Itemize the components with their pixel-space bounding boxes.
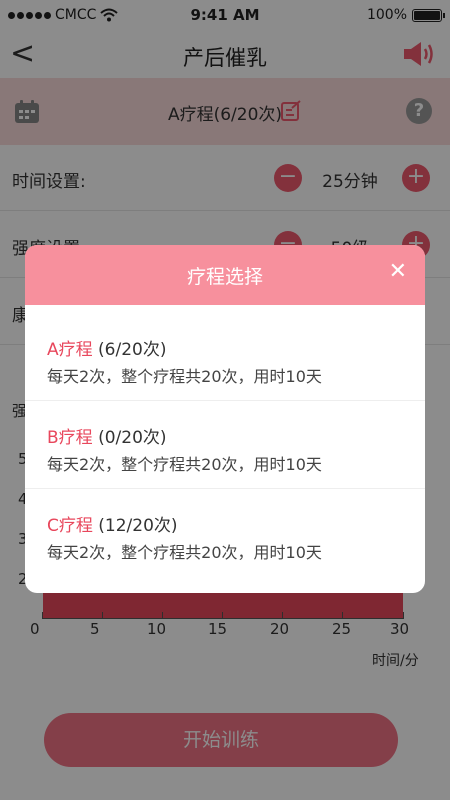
course-option-name: A疗程	[47, 340, 93, 360]
dialog-header: 疗程选择 ✕	[25, 245, 425, 305]
course-option-title: A疗程 (6/20次)	[47, 335, 166, 360]
course-option-title: B疗程 (0/20次)	[47, 423, 167, 448]
dialog-title: 疗程选择	[186, 266, 263, 288]
course-option-count: (0/20次)	[92, 428, 167, 448]
course-option-desc: 每天2次，整个疗程共20次，用时10天	[47, 455, 322, 474]
course-option-count: (6/20次)	[92, 340, 167, 360]
course-option-count: (12/20次)	[92, 516, 178, 536]
close-icon[interactable]: ✕	[389, 259, 407, 284]
course-option-desc: 每天2次，整个疗程共20次，用时10天	[47, 543, 322, 562]
course-option-name: B疗程	[47, 428, 93, 448]
course-option-desc: 每天2次，整个疗程共20次，用时10天	[47, 367, 322, 386]
course-select-dialog: 疗程选择 ✕ A疗程 (6/20次) 每天2次，整个疗程共20次，用时10天 B…	[25, 245, 425, 593]
course-option-title: C疗程 (12/20次)	[47, 511, 178, 536]
course-option-name: C疗程	[47, 516, 93, 536]
course-option-a[interactable]: A疗程 (6/20次) 每天2次，整个疗程共20次，用时10天	[25, 313, 425, 401]
course-option-c[interactable]: C疗程 (12/20次) 每天2次，整个疗程共20次，用时10天	[25, 489, 425, 577]
course-option-b[interactable]: B疗程 (0/20次) 每天2次，整个疗程共20次，用时10天	[25, 401, 425, 489]
